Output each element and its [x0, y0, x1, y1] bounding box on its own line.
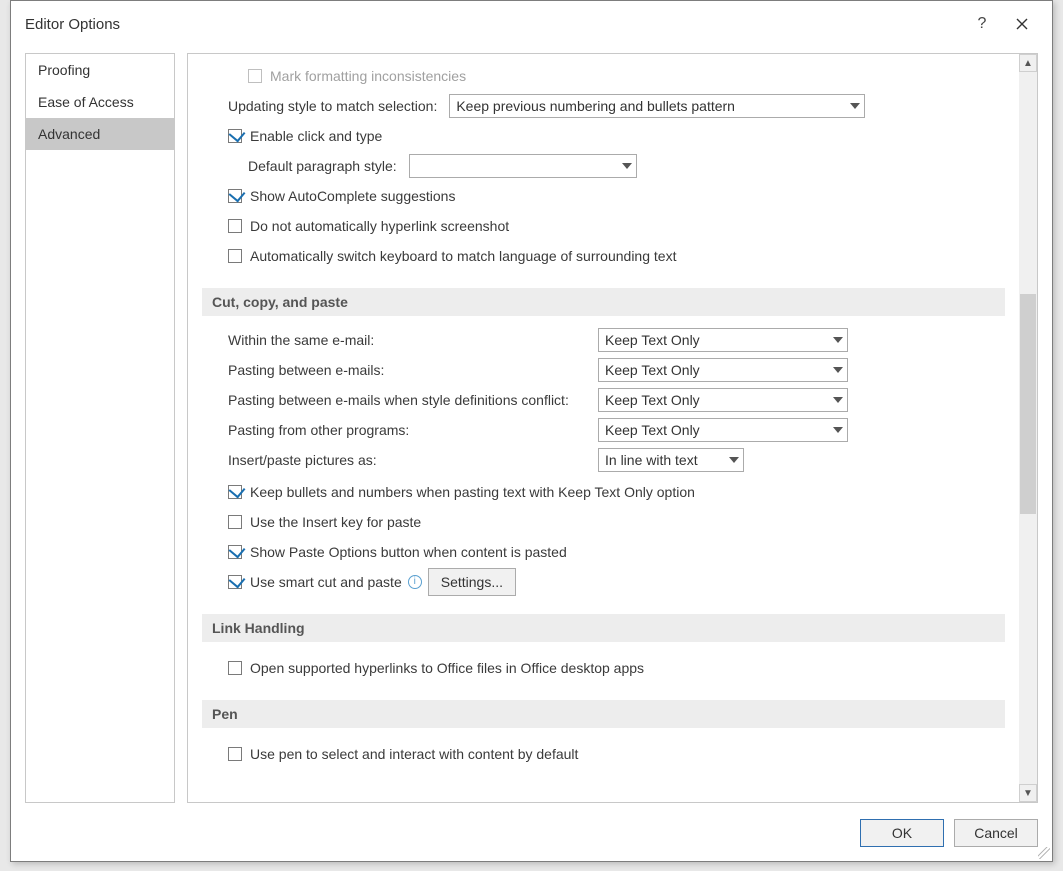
insert-pic-label: Insert/paste pictures as:: [228, 452, 588, 468]
paste-options-row: Show Paste Options button when content i…: [228, 538, 999, 566]
section-cut-copy-paste: Cut, copy, and paste: [202, 288, 1005, 316]
insert-pic-value: In line with text: [605, 452, 698, 468]
enable-click-type-checkbox[interactable]: [228, 129, 242, 143]
sidebar-item-proofing[interactable]: Proofing: [26, 54, 174, 86]
auto-keyboard-checkbox[interactable]: [228, 249, 242, 263]
scroll-thumb[interactable]: [1020, 294, 1036, 514]
keep-bullets-checkbox[interactable]: [228, 485, 242, 499]
chevron-down-icon: [833, 337, 843, 343]
dialog-title: Editor Options: [25, 16, 962, 33]
cancel-button[interactable]: Cancel: [954, 819, 1038, 847]
default-paragraph-row: Default paragraph style:: [248, 152, 999, 180]
dialog-footer: OK Cancel: [11, 815, 1042, 851]
section-link-handling: Link Handling: [202, 614, 1005, 642]
titlebar: Editor Options ?: [11, 1, 1052, 47]
insert-key-row: Use the Insert key for paste: [228, 508, 999, 536]
sidebar-item-ease-of-access[interactable]: Ease of Access: [26, 86, 174, 118]
ok-button[interactable]: OK: [860, 819, 944, 847]
category-sidebar: Proofing Ease of Access Advanced: [25, 53, 175, 803]
keep-bullets-label: Keep bullets and numbers when pasting te…: [250, 484, 695, 500]
no-auto-hyperlink-row: Do not automatically hyperlink screensho…: [228, 212, 999, 240]
close-button[interactable]: [1002, 9, 1042, 39]
chevron-down-icon: [833, 397, 843, 403]
chevron-down-icon: [833, 367, 843, 373]
default-paragraph-select[interactable]: [409, 154, 637, 178]
updating-style-row: Updating style to match selection: Keep …: [228, 92, 999, 120]
ccp-grid: Within the same e-mail: Keep Text Only P…: [228, 328, 999, 472]
chevron-down-icon: [729, 457, 739, 463]
no-auto-hyperlink-checkbox[interactable]: [228, 219, 242, 233]
open-office-label: Open supported hyperlinks to Office file…: [250, 660, 644, 676]
chevron-down-icon: [850, 103, 860, 109]
chevron-down-icon: [833, 427, 843, 433]
help-button[interactable]: ?: [962, 9, 1002, 39]
keep-bullets-row: Keep bullets and numbers when pasting te…: [228, 478, 999, 506]
smart-cut-label: Use smart cut and paste: [250, 574, 402, 590]
updating-style-value: Keep previous numbering and bullets patt…: [456, 98, 735, 114]
resize-grip-icon[interactable]: [1038, 847, 1050, 859]
vertical-scrollbar[interactable]: ▲ ▼: [1019, 54, 1037, 802]
autocomplete-checkbox[interactable]: [228, 189, 242, 203]
other-value: Keep Text Only: [605, 422, 700, 438]
autocomplete-label: Show AutoComplete suggestions: [250, 188, 455, 204]
insert-key-label: Use the Insert key for paste: [250, 514, 421, 530]
conflict-value: Keep Text Only: [605, 392, 700, 408]
open-office-checkbox[interactable]: [228, 661, 242, 675]
paste-options-checkbox[interactable]: [228, 545, 242, 559]
conflict-select[interactable]: Keep Text Only: [598, 388, 848, 412]
insert-key-checkbox[interactable]: [228, 515, 242, 529]
between-value: Keep Text Only: [605, 362, 700, 378]
section-pen: Pen: [202, 700, 1005, 728]
settings-button[interactable]: Settings...: [428, 568, 516, 596]
content-panel: Mark formatting inconsistencies Updating…: [187, 53, 1038, 803]
use-pen-checkbox[interactable]: [228, 747, 242, 761]
between-label: Pasting between e-mails:: [228, 362, 588, 378]
chevron-down-icon: [622, 163, 632, 169]
within-select[interactable]: Keep Text Only: [598, 328, 848, 352]
within-label: Within the same e-mail:: [228, 332, 588, 348]
use-pen-label: Use pen to select and interact with cont…: [250, 746, 578, 762]
auto-keyboard-row: Automatically switch keyboard to match l…: [228, 242, 999, 270]
open-office-row: Open supported hyperlinks to Office file…: [228, 654, 999, 682]
editor-options-dialog: Editor Options ? Proofing Ease of Access…: [10, 0, 1053, 862]
enable-click-type-label: Enable click and type: [250, 128, 382, 144]
updating-style-label: Updating style to match selection:: [228, 98, 437, 114]
mark-formatting-checkbox: [248, 69, 262, 83]
paste-options-label: Show Paste Options button when content i…: [250, 544, 567, 560]
no-auto-hyperlink-label: Do not automatically hyperlink screensho…: [250, 218, 509, 234]
auto-keyboard-label: Automatically switch keyboard to match l…: [250, 248, 676, 264]
close-icon: [1016, 18, 1028, 30]
mark-formatting-row: Mark formatting inconsistencies: [248, 62, 999, 90]
other-label: Pasting from other programs:: [228, 422, 588, 438]
sidebar-item-advanced[interactable]: Advanced: [26, 118, 174, 150]
other-select[interactable]: Keep Text Only: [598, 418, 848, 442]
use-pen-row: Use pen to select and interact with cont…: [228, 740, 999, 768]
scroll-down-arrow-icon[interactable]: ▼: [1019, 784, 1037, 802]
insert-pic-select[interactable]: In line with text: [598, 448, 744, 472]
conflict-label: Pasting between e-mails when style defin…: [228, 392, 588, 408]
between-select[interactable]: Keep Text Only: [598, 358, 848, 382]
info-icon[interactable]: i: [408, 575, 422, 589]
updating-style-select[interactable]: Keep previous numbering and bullets patt…: [449, 94, 865, 118]
smart-cut-checkbox[interactable]: [228, 575, 242, 589]
mark-formatting-label: Mark formatting inconsistencies: [270, 68, 466, 84]
default-paragraph-label: Default paragraph style:: [248, 158, 397, 174]
autocomplete-row: Show AutoComplete suggestions: [228, 182, 999, 210]
smart-cut-row: Use smart cut and paste i Settings...: [228, 568, 999, 596]
enable-click-type-row: Enable click and type: [228, 122, 999, 150]
scroll-up-arrow-icon[interactable]: ▲: [1019, 54, 1037, 72]
within-value: Keep Text Only: [605, 332, 700, 348]
